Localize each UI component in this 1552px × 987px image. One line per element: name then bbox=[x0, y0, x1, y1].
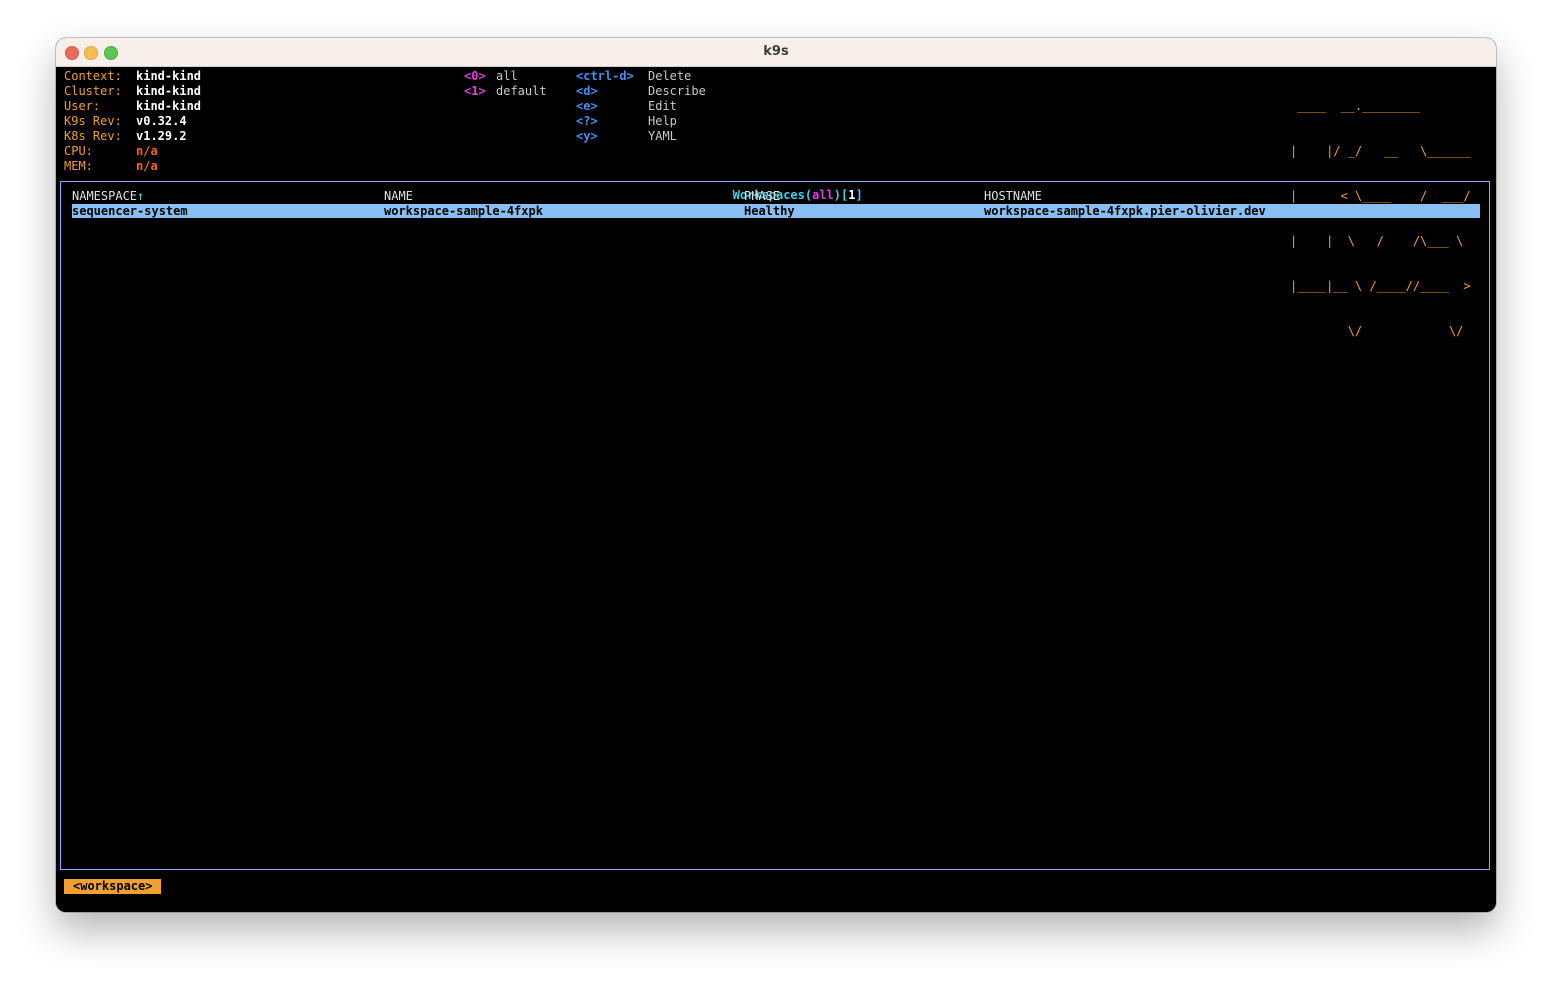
context-label: Context: bbox=[64, 69, 122, 83]
k9s-rev-value: v0.32.4 bbox=[136, 114, 187, 128]
mem-label: MEM: bbox=[64, 159, 93, 173]
mem-value: n/a bbox=[136, 159, 158, 173]
hotkey-edit-label[interactable]: Edit bbox=[648, 99, 677, 114]
k8s-rev-label: K8s Rev: bbox=[64, 129, 122, 143]
logo-line: | |/ _/ __ \______ bbox=[1290, 144, 1471, 158]
terminal-content: Context: kind-kind Cluster: kind-kind Us… bbox=[56, 67, 1496, 912]
row-hostname[interactable]: workspace-sample-4fxpk.pier-olivier.dev bbox=[984, 204, 1266, 219]
cluster-label: Cluster: bbox=[64, 84, 122, 98]
hotkey-edit-key[interactable]: <e> bbox=[576, 99, 598, 114]
namespace-default[interactable]: default bbox=[496, 84, 547, 99]
row-phase[interactable]: Healthy bbox=[744, 204, 795, 219]
hotkey-yaml-key[interactable]: <y> bbox=[576, 129, 598, 144]
title-bar: k9s bbox=[56, 38, 1496, 67]
column-namespace[interactable]: NAMESPACE↑ bbox=[72, 189, 144, 204]
sort-ascending-icon: ↑ bbox=[137, 189, 145, 203]
hotkey-describe-label[interactable]: Describe bbox=[648, 84, 706, 99]
column-phase[interactable]: PHASE bbox=[744, 189, 780, 204]
hotkey-help-key[interactable]: <?> bbox=[576, 114, 598, 129]
column-hostname[interactable]: HOSTNAME bbox=[984, 189, 1042, 204]
row-name[interactable]: workspace-sample-4fxpk bbox=[384, 204, 543, 219]
namespace-key-0[interactable]: <0> bbox=[464, 69, 486, 84]
logo-line: ____ __.________ bbox=[1290, 99, 1471, 113]
row-namespace[interactable]: sequencer-system bbox=[72, 204, 188, 219]
terminal-window: k9s Context: kind-kind Cluster: kind-kin… bbox=[56, 38, 1496, 912]
hotkey-help-label[interactable]: Help bbox=[648, 114, 677, 129]
hotkey-delete-key[interactable]: <ctrl-d> bbox=[576, 69, 634, 84]
window-title: k9s bbox=[763, 44, 789, 59]
resource-namespace: all bbox=[812, 188, 834, 202]
context-value: kind-kind bbox=[136, 69, 202, 83]
cpu-value: n/a bbox=[136, 144, 158, 158]
cpu-label: CPU: bbox=[64, 144, 93, 158]
hotkey-yaml-label[interactable]: YAML bbox=[648, 129, 677, 144]
namespace-key-1[interactable]: <1> bbox=[464, 84, 486, 99]
hotkey-describe-key[interactable]: <d> bbox=[576, 84, 598, 99]
k9s-rev-label: K9s Rev: bbox=[64, 114, 122, 128]
user-value: kind-kind bbox=[136, 99, 202, 113]
column-name[interactable]: NAME bbox=[384, 189, 413, 204]
user-label: User: bbox=[64, 99, 101, 113]
namespace-all[interactable]: all bbox=[496, 69, 518, 84]
breadcrumb[interactable]: <workspace> bbox=[64, 879, 162, 894]
k8s-rev-value: v1.29.2 bbox=[136, 129, 187, 143]
cluster-value: kind-kind bbox=[136, 84, 202, 98]
hotkey-delete-label[interactable]: Delete bbox=[648, 69, 691, 84]
resource-table-frame bbox=[60, 181, 1490, 870]
